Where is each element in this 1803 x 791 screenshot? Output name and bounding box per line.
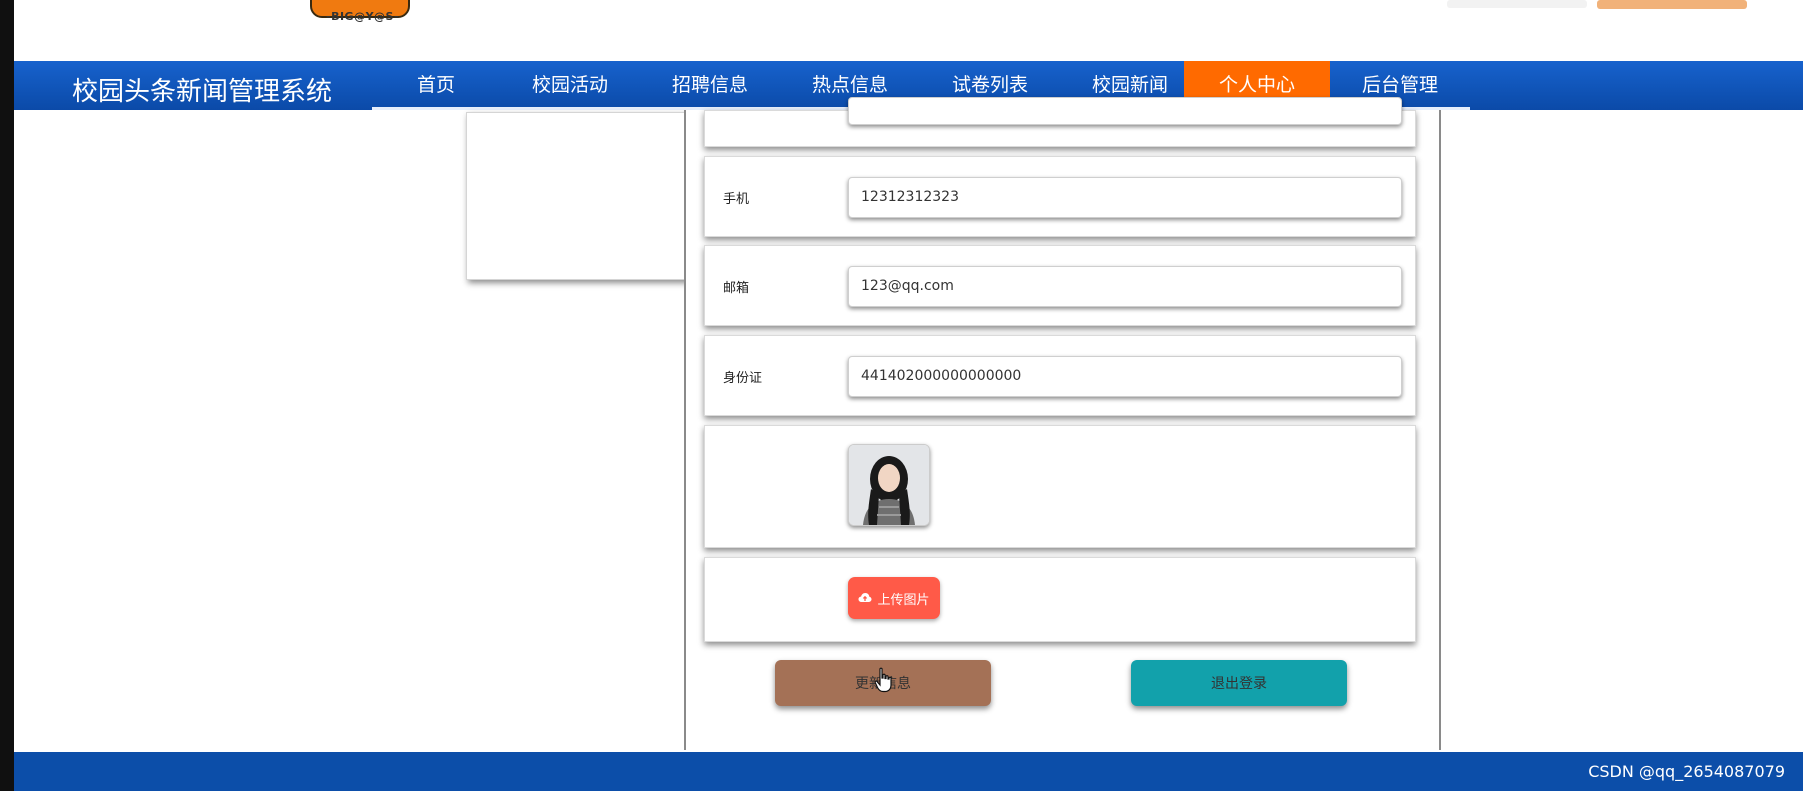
top-right-links <box>1447 0 1767 10</box>
partial-field[interactable] <box>848 97 1402 125</box>
nav-recruitment[interactable]: 招聘信息 <box>640 61 780 110</box>
nav-campus-activities[interactable]: 校园活动 <box>500 61 640 110</box>
form-row-avatar <box>704 425 1416 548</box>
top-link-placeholder <box>1447 0 1587 8</box>
form-row-id-card: 身份证 441402000000000000 <box>704 335 1416 416</box>
page-footer: CSDN @qq_2654087079 <box>14 752 1803 791</box>
avatar-image <box>848 444 930 526</box>
email-label: 邮箱 <box>723 281 750 296</box>
form-row-email: 邮箱 123@qq.com <box>704 245 1416 326</box>
phone-label: 手机 <box>723 192 750 207</box>
left-edge-strip <box>0 0 14 791</box>
form-row-phone: 手机 12312312323 <box>704 156 1416 237</box>
id-card-input[interactable]: 441402000000000000 <box>848 356 1402 397</box>
top-link-orange <box>1597 0 1747 9</box>
upload-image-label: 上传图片 <box>877 592 930 608</box>
form-row-upload: 上传图片 <box>704 557 1416 642</box>
side-menu-panel <box>466 112 690 280</box>
upload-image-button[interactable]: 上传图片 <box>848 577 940 619</box>
csdn-watermark: CSDN @qq_2654087079 <box>1588 762 1785 781</box>
cloud-upload-icon <box>858 593 872 602</box>
nav-home[interactable]: 首页 <box>372 61 500 110</box>
logout-button[interactable]: 退出登录 <box>1131 660 1347 706</box>
phone-input[interactable]: 12312312323 <box>848 177 1402 218</box>
hand-cursor-icon <box>874 667 892 693</box>
site-logo[interactable]: -BIG@Y@S- <box>300 0 420 34</box>
id-card-label: 身份证 <box>723 371 763 386</box>
form-row-partial <box>704 97 1416 147</box>
avatar-photo-icon <box>849 445 929 525</box>
logo-subtext: -BIG@Y@S- <box>326 10 400 23</box>
site-title: 校园头条新闻管理系统 <box>72 77 333 107</box>
email-input[interactable]: 123@qq.com <box>848 266 1402 307</box>
